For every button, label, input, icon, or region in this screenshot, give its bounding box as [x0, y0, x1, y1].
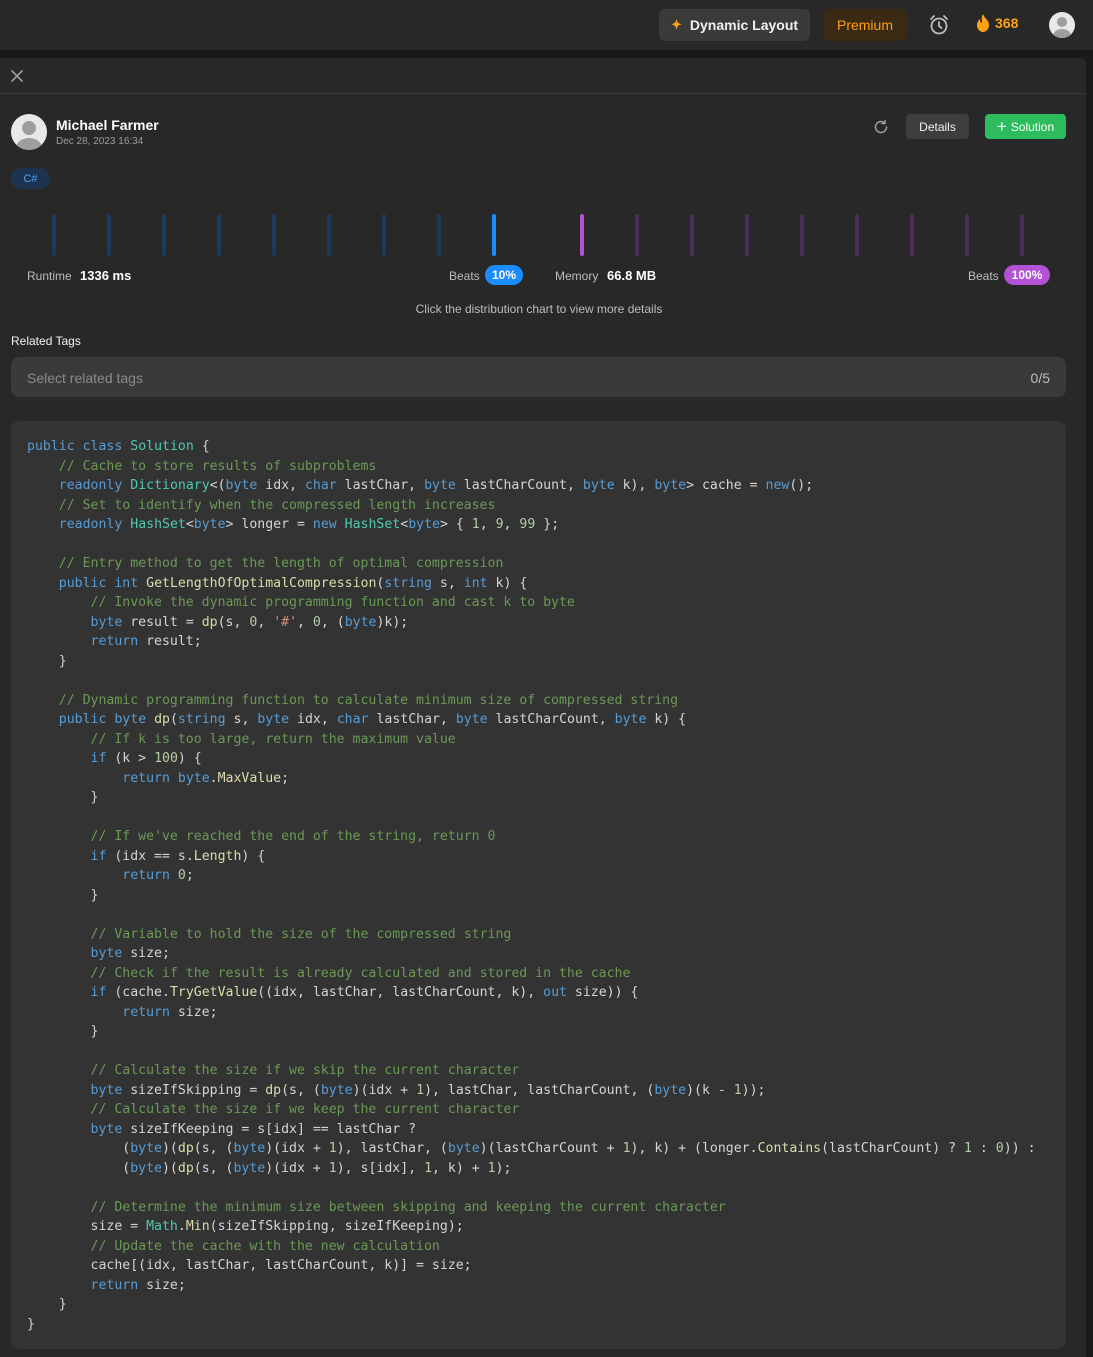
memory-bar[interactable] — [910, 214, 914, 256]
runtime-bar[interactable] — [162, 214, 166, 256]
runtime-bar-active[interactable] — [492, 214, 496, 256]
runtime-beats-badge: 10% — [485, 265, 523, 285]
memory-bar[interactable] — [965, 214, 969, 256]
related-tags-input[interactable]: Select related tags 0/5 — [11, 357, 1066, 397]
code-block[interactable]: public class Solution { // Cache to stor… — [11, 421, 1066, 1349]
author-avatar[interactable] — [11, 114, 47, 150]
details-label: Details — [919, 119, 956, 134]
streak-count: 368 — [995, 15, 1019, 31]
memory-beats-badge: 100% — [1004, 265, 1050, 285]
memory-bar[interactable] — [800, 214, 804, 256]
author-name[interactable]: Michael Farmer — [56, 117, 159, 133]
memory-bar[interactable] — [635, 214, 639, 256]
premium-button[interactable]: Premium — [823, 9, 907, 41]
runtime-bar[interactable] — [327, 214, 331, 256]
submission-date: Dec 28, 2023 16:34 — [56, 136, 144, 147]
runtime-label: Runtime — [27, 269, 72, 283]
refresh-icon[interactable] — [872, 118, 890, 136]
solution-label: Solution — [1010, 119, 1055, 134]
runtime-bar[interactable] — [382, 214, 386, 256]
memory-bar[interactable] — [855, 214, 859, 256]
memory-bar[interactable] — [745, 214, 749, 256]
user-avatar[interactable] — [1049, 12, 1075, 38]
memory-bar[interactable] — [1020, 214, 1024, 256]
dynamic-layout-button[interactable]: ✦ Dynamic Layout — [659, 9, 810, 41]
sparkle-icon: ✦ — [671, 17, 682, 32]
memory-bar-active[interactable] — [580, 214, 584, 256]
default-avatar-icon — [1053, 17, 1071, 38]
memory-bar[interactable] — [690, 214, 694, 256]
dynamic-layout-label: Dynamic Layout — [689, 17, 799, 33]
runtime-beats-label: Beats — [449, 269, 480, 283]
fire-icon — [977, 14, 989, 32]
distribution-hint: Click the distribution chart to view mor… — [415, 302, 663, 316]
memory-beats-label: Beats — [968, 269, 999, 283]
runtime-bar[interactable] — [272, 214, 276, 256]
plus-icon: + — [996, 117, 1007, 136]
premium-label: Premium — [836, 17, 893, 33]
distribution-chart[interactable] — [0, 214, 1086, 258]
runtime-bar[interactable] — [52, 214, 56, 256]
language-label: C# — [23, 172, 38, 185]
related-tags-count: 0/5 — [1030, 370, 1050, 386]
runtime-bar[interactable] — [437, 214, 441, 256]
code-text: public class Solution { // Cache to stor… — [27, 439, 1036, 1332]
streak-counter[interactable]: 368 — [976, 14, 1018, 32]
runtime-bar[interactable] — [107, 214, 111, 256]
add-solution-button[interactable]: + Solution — [985, 114, 1066, 139]
related-tags-placeholder: Select related tags — [27, 370, 143, 386]
alarm-clock-icon[interactable] — [927, 13, 951, 37]
language-badge: C# — [11, 168, 50, 189]
related-tags-label: Related Tags — [11, 334, 81, 348]
memory-label: Memory — [555, 269, 599, 283]
runtime-value: 1336 ms — [80, 268, 132, 283]
top-navbar: ✦ Dynamic Layout Premium 368 — [0, 0, 1093, 50]
default-avatar-icon — [16, 121, 42, 150]
header-divider — [0, 93, 1086, 94]
submission-panel: Michael Farmer Dec 28, 2023 16:34 Detail… — [0, 58, 1086, 1357]
close-icon[interactable] — [8, 67, 26, 85]
runtime-bar[interactable] — [217, 214, 221, 256]
memory-value: 66.8 MB — [607, 268, 657, 283]
details-button[interactable]: Details — [906, 114, 969, 139]
